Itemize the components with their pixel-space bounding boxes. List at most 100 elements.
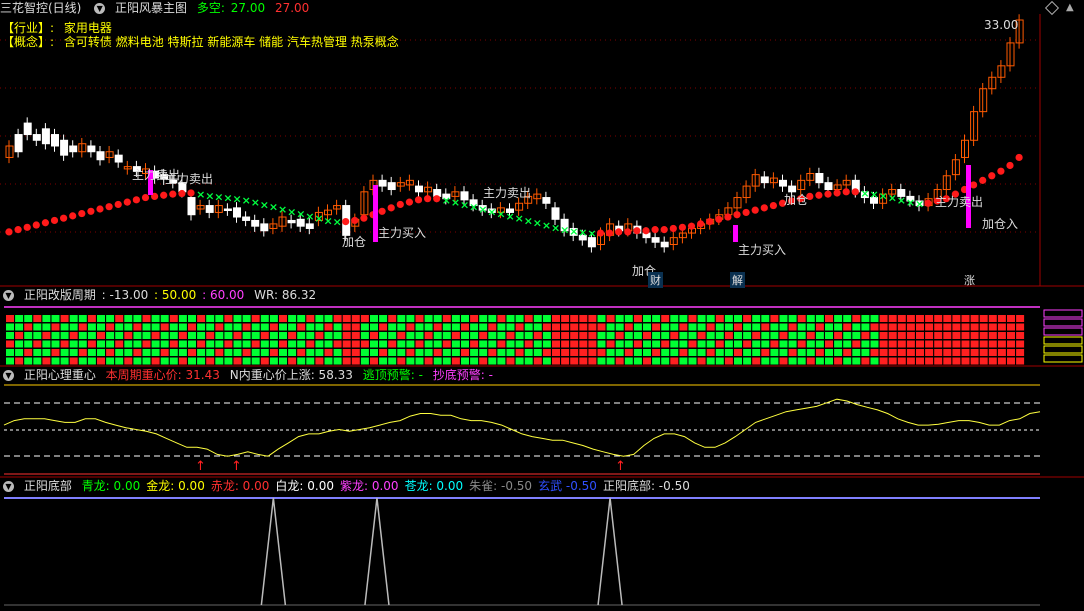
cycle-cell: [87, 315, 96, 322]
cycle-cell: [451, 315, 460, 322]
cycle-cell: [279, 340, 287, 348]
collapse-icon[interactable]: ▼: [3, 370, 14, 381]
cycle-cell: [151, 349, 160, 356]
cycle-cell: [970, 340, 979, 348]
concept-line: 【概念】: 含可转债 燃料电池 特斯拉 新能源车 储能 汽车热管理 热泵概念: [2, 33, 399, 50]
support-dot: [342, 218, 350, 226]
cycle-cell: [461, 349, 469, 356]
indicator-name[interactable]: 正阳风暴主图: [115, 1, 187, 15]
cycle-cell: [670, 323, 679, 331]
cycle-cell: [106, 315, 115, 322]
cycle-cell: [215, 315, 224, 322]
cycle-cell: [579, 315, 588, 322]
cycle-cell: [224, 340, 233, 348]
cycle-cell: [324, 315, 333, 322]
cycle-cell: [779, 340, 788, 348]
cycle-cell: [934, 357, 943, 365]
cycle-cell: [142, 315, 151, 322]
cycle-cell: [306, 323, 315, 331]
cycle-cell: [879, 357, 888, 365]
cycle-legend-box: [1043, 345, 1083, 354]
cycle-cell: [51, 315, 60, 322]
cycle-cell: [69, 349, 78, 356]
cycle-cell: [6, 357, 14, 365]
cycle-cell: [916, 332, 924, 339]
cycle-cell: [451, 332, 460, 339]
cycle-cell: [461, 323, 469, 331]
cycle-cell: [451, 323, 460, 331]
cycle-cell: [561, 332, 570, 339]
support-dot: [123, 198, 131, 206]
cycle-cell: [879, 349, 888, 356]
cycle-cell: [561, 357, 570, 365]
cycle-cell: [715, 349, 724, 356]
cycle-cell: [306, 332, 315, 339]
cycle-cell: [961, 332, 970, 339]
cycle-cell: [888, 349, 897, 356]
cycle-cell: [579, 323, 588, 331]
cycle-cell: [515, 349, 524, 356]
cycle-cell: [360, 340, 369, 348]
cycle-cell: [33, 349, 42, 356]
cycle-cell: [242, 340, 251, 348]
collapse-icon[interactable]: ▼: [94, 3, 106, 14]
panel3-name[interactable]: 正阳心理重心: [24, 368, 96, 382]
cycle-cell: [442, 315, 451, 322]
cycle-cell: [315, 340, 324, 348]
duo-value-2: 27.00: [274, 1, 310, 15]
cycle-cell: [60, 323, 69, 331]
cycle-cell: [934, 315, 943, 322]
collapse-icon[interactable]: ▼: [3, 481, 14, 492]
candle-body: [41, 128, 50, 145]
candle-body: [551, 207, 560, 220]
support-cross: ×: [223, 192, 232, 205]
cycle-cell: [743, 323, 752, 331]
cycle-cell: [797, 315, 806, 322]
cycle-cell: [215, 357, 224, 365]
cycle-cell: [815, 340, 824, 348]
cycle-cell: [497, 340, 506, 348]
support-dot: [5, 228, 13, 236]
cycle-cell: [379, 340, 388, 348]
cycle-cell: [697, 340, 706, 348]
cycle-legend-box: [1043, 318, 1083, 327]
cycle-cell: [770, 315, 779, 322]
cycle-cell: [151, 332, 160, 339]
cycle-cell: [470, 340, 479, 348]
support-dot: [642, 227, 650, 235]
cycle-cell: [470, 315, 479, 322]
cycle-cell: [178, 340, 187, 348]
collapse-icon[interactable]: ▼: [3, 290, 14, 301]
cycle-cell: [479, 340, 488, 348]
cycle-cell: [770, 323, 779, 331]
cycle-cell: [852, 332, 861, 339]
panel4-name[interactable]: 正阳底部: [24, 479, 72, 493]
cycle-cell: [78, 332, 87, 339]
cycle-cell: [542, 332, 551, 339]
cycle-cell: [870, 332, 879, 339]
cycle-cell: [688, 357, 697, 365]
support-cross: ×: [287, 205, 296, 218]
cycle-cell: [251, 357, 260, 365]
candle-body: [51, 134, 59, 147]
cycle-cell: [15, 357, 24, 365]
support-dot: [396, 200, 404, 209]
cycle-cell: [615, 340, 624, 348]
cycle-cell: [633, 349, 642, 356]
cycle-cell: [379, 323, 388, 331]
cycle-cell: [397, 357, 406, 365]
cycle-cell: [424, 315, 433, 322]
candle-body: [96, 151, 105, 161]
cycle-cell: [870, 323, 879, 331]
cycle-cell: [697, 349, 706, 356]
cycle-cell: [834, 332, 843, 339]
cycle-cell: [324, 332, 333, 339]
cycle-cell: [33, 340, 42, 348]
support-dot: [14, 226, 22, 234]
cycle-cell: [743, 357, 752, 365]
bottom-arrow: ↑: [615, 459, 626, 474]
up-arrow-icon[interactable]: ▲: [1066, 2, 1074, 13]
cycle-cell: [388, 332, 397, 339]
stock-title[interactable]: 三花智控(日线): [0, 1, 81, 15]
panel2-name[interactable]: 正阳改版周期: [24, 288, 96, 302]
